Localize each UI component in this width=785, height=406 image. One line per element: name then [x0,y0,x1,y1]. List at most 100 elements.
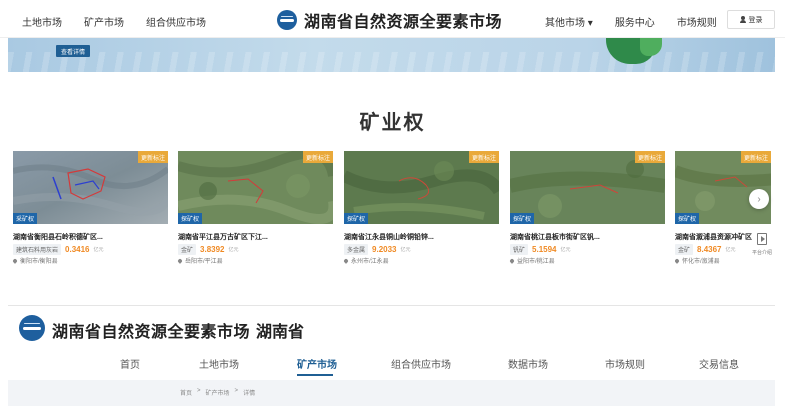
card-category: 多金属 [344,244,369,255]
pin-icon [343,257,349,264]
card-status-tag: 更新标注 [138,151,168,163]
top-header: 土地市场 矿产市场 组合供应市场 湖南省自然资源全要素市场 其他市场 ▾ 服务中… [0,0,785,38]
card-category: 金矿 [675,244,694,255]
card-price-unit: 亿元 [725,247,736,253]
card-price: 0.3416 [65,245,90,254]
user-icon [739,16,746,23]
card-status-tag: 更新标注 [635,151,665,163]
card-status-tag: 更新标注 [469,151,499,163]
card-category: 金矿 [178,244,197,255]
mining-right-card[interactable]: 更新标注 探矿权 湖南省桃江县板市街矿区钒... 钒矿 5.1594 亿元 益阳… [509,151,665,273]
card-price: 3.8392 [200,245,225,254]
card-price-unit: 亿元 [560,247,571,253]
card-location: 岳阳市/平江县 [177,256,223,265]
breadcrumb-bar [8,380,775,406]
card-satellite-image: 更新标注 探矿权 [510,151,665,224]
nav-combined-supply-market[interactable]: 组合供应市场 [146,14,206,29]
card-price-unit: 亿元 [228,247,239,253]
card-type-badge: 采矿权 [13,213,37,224]
card-location-text: 怀化市/溆浦县 [682,259,720,265]
card-location-text: 岳阳市/平江县 [185,259,223,265]
breadcrumb-home[interactable]: 首页 [180,388,192,397]
card-location: 永州市/江永县 [343,256,389,265]
card-location: 怀化市/溆浦县 [675,256,720,265]
site-brand[interactable]: 湖南省自然资源全要素市场 [277,8,502,32]
breadcrumb-detail: 详情 [243,391,256,397]
card-title: 湖南省衡阳县石岭积德矿区... [13,234,103,241]
card-satellite-image: 更新标注 探矿权 [178,151,333,224]
card-location-text: 衡阳市/衡阳县 [20,259,58,265]
breadcrumb-mineral-market[interactable]: 矿产市场 [206,388,230,397]
card-satellite-image: 更新标注 探矿权 [675,151,771,224]
mining-right-card[interactable]: 更新标注 探矿权 湖南省江永县铜山岭铜铅锌... 多金属 9.2033 亿元 永… [343,151,499,273]
banner-map-graphic-2 [640,38,662,56]
card-meta: 金矿 8.4367 亿元 [675,244,736,255]
breadcrumb-separator: > [197,388,201,394]
active-tab-underline [297,374,333,376]
card-price: 5.1594 [532,245,557,254]
pin-icon [509,257,515,264]
card-price: 8.4367 [697,245,722,254]
card-meta: 钒矿 5.1594 亿元 [510,244,571,255]
card-type-badge: 探矿权 [344,213,368,224]
card-category: 钒矿 [510,244,529,255]
footer-site-title: 湖南省自然资源全要素市场 [52,324,251,341]
nav-market-rules[interactable]: 市场规则 [677,14,717,29]
section-divider [8,305,775,306]
card-title: 湖南省平江县万古矿区下江... [178,234,268,241]
card-type-badge: 探矿权 [510,213,534,224]
nav-service-center[interactable]: 服务中心 [615,14,655,29]
card-price: 9.2033 [372,245,397,254]
card-location: 衡阳市/衡阳县 [12,256,58,265]
card-title: 湖南省江永县铜山岭铜铅锌... [344,234,434,241]
logo-icon [19,315,45,341]
mining-right-card[interactable]: 更新标注 探矿权 湖南省平江县万古矿区下江... 金矿 3.8392 亿元 岳阳… [177,151,333,273]
top-nav-left: 土地市场 矿产市场 组合供应市场 [22,14,206,29]
card-satellite-image: 更新标注 探矿权 [344,151,499,224]
card-meta: 金矿 3.8392 亿元 [178,244,239,255]
footer-nav-land-market[interactable]: 土地市场 [199,356,239,371]
card-meta: 建筑石料用灰岩 0.3416 亿元 [13,244,104,255]
card-category: 建筑石料用灰岩 [13,244,62,255]
card-location-text: 永州市/江永县 [351,259,389,265]
hero-banner: 查看详情 [8,38,775,72]
card-location: 益阳市/桃江县 [509,256,555,265]
footer-nav-market-rules[interactable]: 市场规则 [605,356,645,371]
card-type-badge: 探矿权 [675,213,699,224]
carousel-next-button[interactable]: › [749,189,769,209]
site-title: 湖南省自然资源全要素市场 [304,14,503,31]
pin-icon [12,257,18,264]
chevron-right-icon: › [757,193,761,205]
footer-nav-combined-supply[interactable]: 组合供应市场 [391,356,451,371]
card-type-badge: 探矿权 [178,213,202,224]
pin-icon [675,257,680,264]
card-status-tag: 更新标注 [741,151,771,163]
top-nav-right: 其他市场 ▾ 服务中心 市场规则 [545,14,717,29]
nav-other-markets[interactable]: 其他市场 ▾ [545,14,593,29]
login-button[interactable]: 登录 [727,10,775,29]
breadcrumb-separator: > [234,388,239,394]
breadcrumb: 首页 > 矿产市场 > 详情 [180,388,255,397]
card-status-tag: 更新标注 [303,151,333,163]
footer-nav-home[interactable]: 首页 [120,356,140,371]
footer-nav-data-market[interactable]: 数据市场 [508,356,548,371]
nav-land-market[interactable]: 土地市场 [22,14,62,29]
footer-province-label: 湖南省 [256,324,305,341]
card-meta: 多金属 9.2033 亿元 [344,244,411,255]
card-price-unit: 亿元 [93,247,104,253]
card-title: 湖南省桃江县板市街矿区钒... [510,234,600,241]
footer-nav-trade-info[interactable]: 交易信息 [699,356,739,371]
card-satellite-image: 更新标注 采矿权 [13,151,168,224]
pin-icon [177,257,183,264]
card-price-unit: 亿元 [400,247,411,253]
login-label: 登录 [748,16,763,24]
nav-mineral-market[interactable]: 矿产市场 [84,14,124,29]
section-title: 矿业权 [359,112,426,134]
card-location-text: 益阳市/桃江县 [517,259,555,265]
footer-nav-mineral-market[interactable]: 矿产市场 [297,356,337,371]
play-doc-icon[interactable] [757,233,767,245]
logo-icon [277,10,297,30]
mining-right-card[interactable]: 更新标注 采矿权 湖南省衡阳县石岭积德矿区... 建筑石料用灰岩 0.3416 … [12,151,168,273]
platform-intro-label[interactable]: 平台介绍 [752,249,772,256]
banner-detail-button[interactable]: 查看详情 [56,45,90,57]
